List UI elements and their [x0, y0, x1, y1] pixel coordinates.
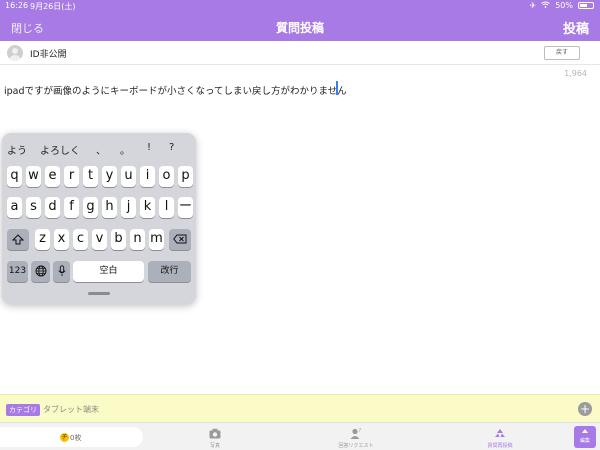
edit-button-label: 編集 [579, 438, 590, 444]
coin-amount: 0枚 [70, 434, 82, 442]
author-name: ID非公開 [30, 50, 67, 60]
key-long-vowel[interactable]: ー [178, 197, 193, 218]
key-k[interactable]: k [140, 197, 155, 218]
undo-button[interactable]: 戻す [544, 46, 580, 60]
key-w[interactable]: w [26, 166, 41, 187]
suggestion-item[interactable]: ? [169, 142, 174, 153]
key-q[interactable]: q [7, 166, 22, 187]
post-button[interactable]: 投稿 [563, 18, 589, 37]
key-e[interactable]: e [45, 166, 60, 187]
author-row: ID非公開 戻す [0, 41, 600, 65]
page-title: 質問投稿 [275, 21, 324, 35]
battery-percent: 50% [555, 1, 573, 10]
key-j[interactable]: j [121, 197, 136, 218]
battery-icon [578, 2, 594, 9]
coin-icon: チ [60, 433, 69, 442]
globe-key[interactable] [31, 261, 50, 282]
globe-icon [35, 265, 46, 277]
tab-answer-request-label: 回答リクエスト [338, 443, 374, 449]
category-badge: カテゴリ [6, 404, 40, 416]
key-i[interactable]: i [140, 166, 155, 187]
key-o[interactable]: o [159, 166, 174, 187]
tab-photo-label: 写真 [209, 443, 220, 449]
tab-repost-question[interactable]: 質問再投稿 [465, 425, 535, 449]
category-value: タブレット端末 [43, 405, 99, 414]
status-bar: 16:26 9月26日(土) ✈ 50% [0, 0, 600, 12]
suggestion-item[interactable]: 。 [120, 142, 130, 157]
numbers-key[interactable]: 123 [7, 261, 28, 282]
navigation-bar: 16:26 9月26日(土) ✈ 50% 閉じる 質問投稿 投稿 [0, 0, 600, 41]
status-date: 9月26日(土) [30, 2, 76, 11]
key-m[interactable]: m [149, 229, 164, 250]
key-t[interactable]: t [83, 166, 98, 187]
key-p[interactable]: p [178, 166, 193, 187]
suggestion-item[interactable]: ! [147, 142, 151, 153]
key-g[interactable]: g [83, 197, 98, 218]
tab-repost-question-label: 質問再投稿 [487, 443, 513, 449]
key-y[interactable]: y [102, 166, 117, 187]
category-bar[interactable]: カテゴリ タブレット端末 + [0, 394, 600, 422]
camera-icon [209, 428, 221, 439]
dictation-key[interactable] [53, 261, 70, 282]
edit-button[interactable]: 編集 [574, 426, 596, 448]
tab-answer-request[interactable]: ? 回答リクエスト [321, 425, 391, 449]
shift-icon [11, 234, 25, 245]
delete-key[interactable] [169, 229, 191, 250]
return-key[interactable]: 改行 [148, 261, 191, 282]
wifi-icon [541, 1, 551, 10]
key-l[interactable]: l [159, 197, 174, 218]
text-cursor [336, 81, 338, 95]
bottom-toolbar: チ 0枚 写真 ? 回答リクエスト 質問再投稿 編集 [0, 422, 600, 450]
avatar [7, 45, 23, 61]
key-a[interactable]: a [7, 197, 22, 218]
question-text-area[interactable]: ipadですが画像のようにキーボードが小さくなってしまい戻し方がわかりません [4, 83, 347, 97]
svg-text:?: ? [359, 428, 362, 434]
key-u[interactable]: u [121, 166, 136, 187]
key-f[interactable]: f [64, 197, 79, 218]
keyboard-drag-handle[interactable] [88, 292, 110, 295]
key-n[interactable]: n [130, 229, 145, 250]
floating-keyboard: よう よろしく 、 。 ! ? q w e r t y u i o p a s … [2, 133, 196, 304]
up-arrow-icon [582, 429, 588, 433]
space-key[interactable]: 空白 [73, 261, 144, 282]
status-time: 16:26 [5, 1, 29, 10]
person-request-icon: ? [350, 428, 362, 439]
suggestion-item[interactable]: よう [7, 142, 27, 157]
key-x[interactable]: x [54, 229, 69, 250]
key-b[interactable]: b [111, 229, 126, 250]
prediction-bar: よう よろしく 、 。 ! ? [2, 142, 196, 157]
microphone-icon [57, 265, 66, 276]
suggestion-item[interactable]: よろしく [40, 142, 80, 157]
key-d[interactable]: d [45, 197, 60, 218]
tab-photo[interactable]: 写真 [180, 425, 250, 449]
coin-selector[interactable]: チ 0枚 [0, 427, 143, 447]
key-r[interactable]: r [64, 166, 79, 187]
key-z[interactable]: z [35, 229, 50, 250]
delete-icon [173, 234, 187, 244]
key-s[interactable]: s [26, 197, 41, 218]
airplane-icon: ✈ [529, 1, 537, 10]
character-count: 1,964 [564, 69, 587, 78]
recycle-icon [495, 429, 505, 437]
shift-key[interactable] [7, 229, 29, 250]
suggestion-item[interactable]: 、 [96, 142, 106, 157]
key-c[interactable]: c [73, 229, 88, 250]
key-h[interactable]: h [102, 197, 117, 218]
key-v[interactable]: v [92, 229, 107, 250]
add-icon[interactable]: + [578, 402, 592, 416]
status-indicators: ✈ 50% [530, 1, 594, 10]
